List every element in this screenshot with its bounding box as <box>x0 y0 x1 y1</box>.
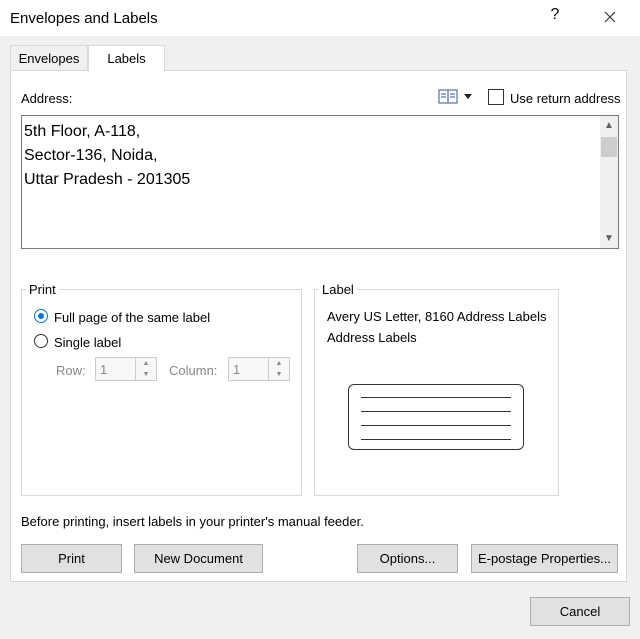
help-button[interactable]: ? <box>548 6 562 24</box>
epostage-properties-button-label: E-postage Properties... <box>478 551 611 566</box>
address-book-icon[interactable] <box>438 88 474 106</box>
cancel-button-label: Cancel <box>559 604 601 619</box>
cancel-button[interactable]: Cancel <box>530 597 630 626</box>
print-button[interactable]: Print <box>21 544 122 573</box>
options-button-label: Options... <box>379 551 436 566</box>
instruction-text: Before printing, insert labels in your p… <box>21 514 364 529</box>
address-label: Address: <box>21 91 73 106</box>
close-icon[interactable] <box>600 7 620 27</box>
new-document-button-label: New Document <box>154 551 243 566</box>
row-up-icon[interactable]: ▲ <box>136 358 156 369</box>
label-preview-icon <box>348 384 524 450</box>
print-button-label: Print <box>58 551 85 566</box>
title-bar: Envelopes and Labels ? <box>0 0 640 36</box>
column-stepper[interactable]: 1 ▲ ▼ <box>228 357 290 381</box>
scroll-down-icon[interactable]: ▼ <box>600 230 618 248</box>
address-text[interactable]: 5th Floor, A-118, Sector-136, Noida, Utt… <box>24 120 190 192</box>
window-title: Envelopes and Labels <box>10 10 158 27</box>
epostage-properties-button[interactable]: E-postage Properties... <box>471 544 618 573</box>
label-type: Address Labels <box>327 330 417 345</box>
scroll-thumb[interactable] <box>601 137 617 157</box>
column-down-icon[interactable]: ▼ <box>269 369 289 380</box>
scroll-up-icon[interactable]: ▲ <box>600 117 618 135</box>
full-page-radio[interactable] <box>34 309 48 323</box>
full-page-label: Full page of the same label <box>54 310 211 325</box>
row-label: Row: <box>56 363 86 378</box>
label-product: Avery US Letter, 8160 Address Labels <box>327 309 547 324</box>
use-return-address-label: Use return address <box>510 91 621 106</box>
column-value: 1 <box>233 362 241 377</box>
address-textarea[interactable]: 5th Floor, A-118, Sector-136, Noida, Utt… <box>21 115 619 249</box>
tab-envelopes[interactable]: Envelopes <box>10 45 88 71</box>
row-stepper[interactable]: 1 ▲ ▼ <box>95 357 157 381</box>
new-document-button[interactable]: New Document <box>134 544 263 573</box>
tab-envelopes-label: Envelopes <box>18 51 80 66</box>
address-scrollbar[interactable]: ▲ ▼ <box>600 116 618 248</box>
row-down-icon[interactable]: ▼ <box>136 369 156 380</box>
column-label: Column: <box>169 363 218 378</box>
tab-labels-label: Labels <box>107 51 146 66</box>
single-label-radio[interactable] <box>34 334 48 348</box>
use-return-address-checkbox[interactable] <box>488 89 504 105</box>
tab-labels[interactable]: Labels <box>88 45 165 72</box>
single-label-label: Single label <box>54 335 122 350</box>
print-group-legend: Print <box>26 282 59 297</box>
row-value: 1 <box>100 362 108 377</box>
column-up-icon[interactable]: ▲ <box>269 358 289 369</box>
label-group-legend: Label <box>319 282 357 297</box>
options-button[interactable]: Options... <box>357 544 458 573</box>
